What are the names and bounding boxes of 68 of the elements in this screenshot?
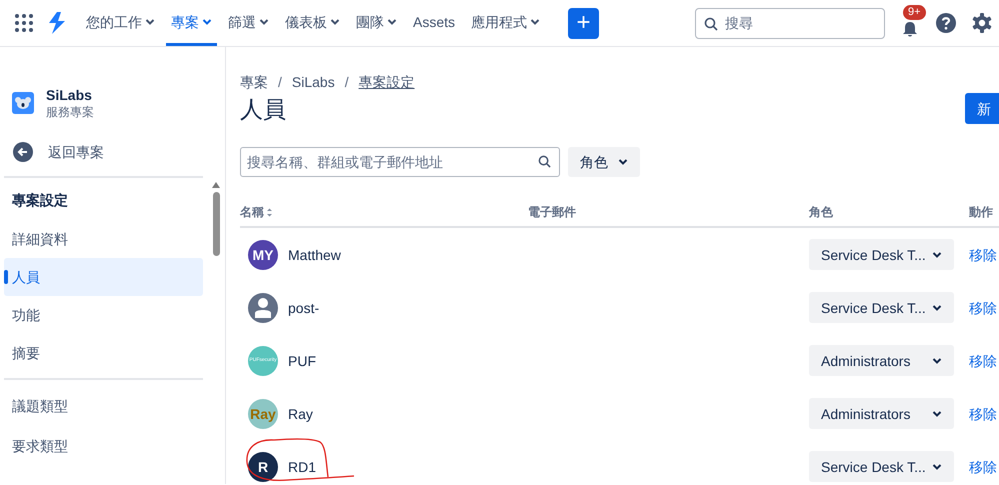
role-select[interactable]: Service Desk T... bbox=[809, 292, 954, 323]
nav-tab[interactable]: 團隊 bbox=[351, 0, 402, 46]
sidebar-item[interactable]: 摘要 bbox=[4, 334, 203, 372]
user-name: RD1 bbox=[288, 458, 316, 476]
role-select[interactable]: Service Desk T... bbox=[809, 451, 954, 482]
column-header[interactable]: 名稱 bbox=[240, 204, 264, 220]
user-name: Matthew bbox=[288, 246, 341, 264]
sidebar-item[interactable]: 功能 bbox=[4, 296, 203, 334]
create-button[interactable]: + bbox=[568, 8, 600, 38]
scroll-up-arrow-icon[interactable] bbox=[212, 182, 220, 188]
sidebar-item[interactable]: 人員 bbox=[4, 258, 203, 296]
chevron-down-icon bbox=[932, 356, 942, 364]
lightning-logo-icon[interactable] bbox=[48, 12, 66, 34]
breadcrumb-link[interactable]: SiLabs bbox=[292, 72, 335, 92]
sidebar-item[interactable]: 詳細資料 bbox=[4, 220, 203, 258]
remove-link[interactable]: 移除 bbox=[969, 298, 999, 318]
nav-tab[interactable]: 儀表板 bbox=[280, 0, 345, 46]
role-select[interactable]: Administrators bbox=[809, 398, 954, 429]
remove-link[interactable]: 移除 bbox=[969, 350, 999, 370]
section-heading: 專案設定 bbox=[11, 191, 69, 210]
breadcrumb-link[interactable]: 專案設定 bbox=[358, 72, 415, 92]
nav-tab[interactable]: Assets bbox=[408, 0, 460, 46]
help-icon[interactable] bbox=[935, 12, 957, 34]
breadcrumb-link[interactable]: 專案 bbox=[240, 72, 268, 92]
nav-tab[interactable]: 應用程式 bbox=[466, 0, 546, 46]
sort-icon[interactable] bbox=[267, 208, 272, 216]
remove-link[interactable]: 移除 bbox=[969, 456, 999, 476]
user-avatar: Ray bbox=[248, 398, 278, 428]
people-search-field[interactable]: 搜尋名稱、群組或電子郵件地址 bbox=[240, 147, 560, 177]
project-name: SiLabs bbox=[46, 86, 93, 104]
role-filter-button[interactable]: 角色 bbox=[568, 147, 640, 177]
sidebar-item[interactable]: 議題類型 bbox=[4, 386, 203, 426]
nav-tab[interactable]: 您的工作 bbox=[81, 0, 160, 46]
chevron-down-icon bbox=[932, 250, 942, 258]
nav-tab[interactable]: 專案 bbox=[166, 0, 217, 46]
user-name: PUF bbox=[288, 352, 316, 370]
breadcrumb-separator: / bbox=[344, 73, 349, 92]
remove-link[interactable]: 移除 bbox=[969, 404, 999, 424]
user-avatar: R bbox=[248, 452, 278, 482]
role-select[interactable]: Administrators bbox=[809, 345, 954, 376]
sidebar-item[interactable]: 要求類型 bbox=[4, 426, 203, 466]
user-name: post- bbox=[288, 298, 320, 318]
column-header: 動作 bbox=[969, 204, 993, 220]
user-avatar: MY bbox=[248, 240, 278, 270]
chevron-down-icon bbox=[932, 304, 942, 312]
app-switcher-icon[interactable] bbox=[14, 13, 34, 33]
chevron-down-icon bbox=[932, 410, 942, 418]
column-header: 電子郵件 bbox=[528, 204, 576, 220]
notification-badge: 9+ bbox=[903, 5, 926, 20]
project-type: 服務專案 bbox=[46, 104, 94, 120]
settings-icon[interactable] bbox=[971, 12, 993, 34]
column-header: 角色 bbox=[809, 204, 833, 220]
chevron-down-icon bbox=[618, 158, 628, 166]
chevron-down-icon bbox=[932, 462, 942, 470]
add-button[interactable]: 新 bbox=[965, 93, 999, 124]
nav-tab[interactable]: 篩選 bbox=[223, 0, 274, 46]
role-select[interactable]: Service Desk T... bbox=[809, 239, 954, 270]
search-icon bbox=[704, 16, 718, 30]
remove-link[interactable]: 移除 bbox=[969, 244, 999, 264]
koala-project-icon bbox=[12, 92, 34, 114]
user-name: Ray bbox=[288, 404, 313, 424]
page-title: 人員 bbox=[240, 95, 287, 124]
back-link[interactable]: 返回專案 bbox=[4, 128, 203, 176]
scrollbar-thumb[interactable] bbox=[212, 192, 220, 256]
bell-icon[interactable] bbox=[901, 20, 919, 38]
search-icon bbox=[538, 155, 551, 168]
breadcrumb-separator: / bbox=[278, 73, 282, 92]
search-field[interactable]: 搜尋 bbox=[695, 8, 885, 38]
